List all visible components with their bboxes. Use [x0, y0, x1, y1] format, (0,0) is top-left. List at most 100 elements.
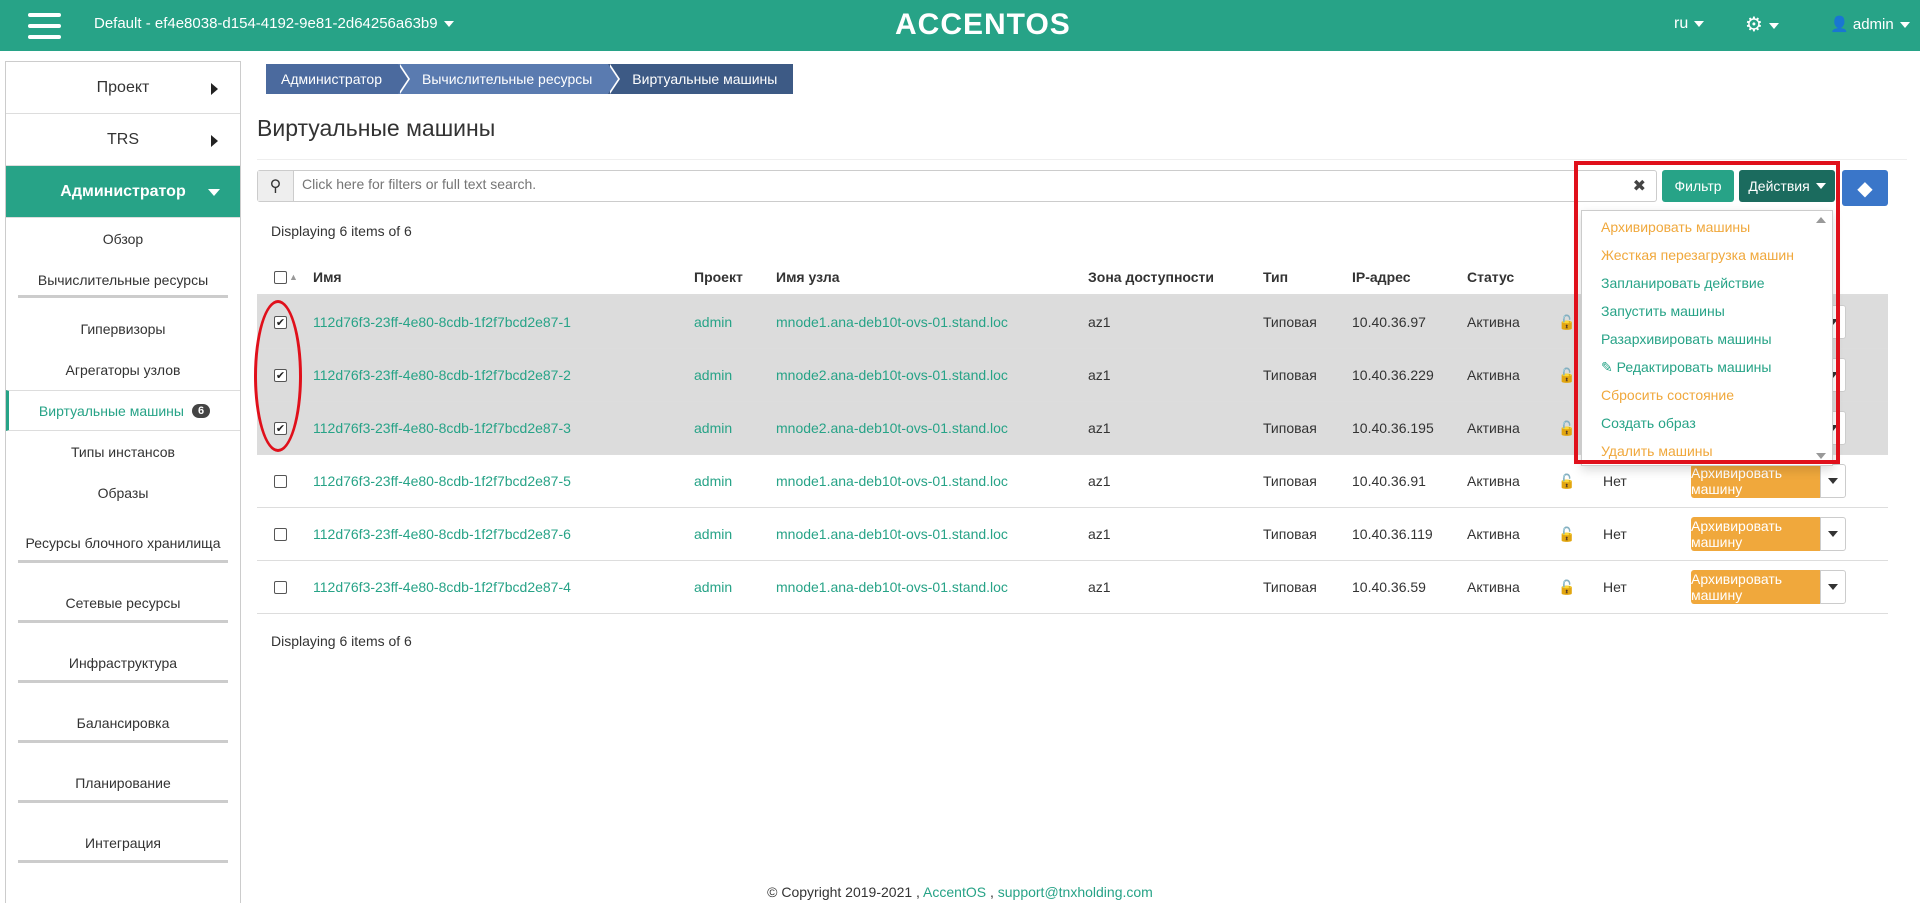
zone-value: az1: [1088, 420, 1111, 436]
breadcrumb-label: Администратор: [281, 71, 383, 87]
lock-icon[interactable]: 🔓: [1558, 420, 1575, 437]
language-selector[interactable]: ru: [1674, 15, 1705, 33]
sidebar-item-network[interactable]: Сетевые ресурсы: [6, 573, 240, 633]
zone-value: az1: [1088, 367, 1111, 383]
lock-icon[interactable]: 🔓: [1558, 367, 1575, 384]
host-link[interactable]: mnode1.ana-deb10t-ovs-01.stand.loc: [776, 579, 1008, 595]
sidebar-item-flavors[interactable]: Типы инстансов: [6, 431, 240, 472]
instance-name-link[interactable]: 112d76f3-23ff-4e80-8cdb-1f2f7bcd2e87-5: [313, 473, 571, 489]
locked-value: Нет: [1603, 579, 1627, 595]
column-header-ip[interactable]: IP-адрес: [1352, 269, 1411, 285]
lock-icon[interactable]: 🔓: [1558, 579, 1575, 596]
lock-icon[interactable]: 🔓: [1558, 314, 1575, 331]
locked-value: Нет: [1603, 526, 1627, 542]
zone-value: az1: [1088, 526, 1111, 542]
row-checkbox[interactable]: [274, 474, 287, 488]
items-count-bottom: Displaying 6 items of 6: [271, 633, 412, 649]
lock-icon[interactable]: 🔓: [1558, 473, 1575, 490]
sidebar-item-project[interactable]: Проект: [6, 62, 240, 114]
project-selector[interactable]: Default - ef4e8038-d154-4192-9e81-2d6425…: [94, 15, 454, 32]
info-button[interactable]: ◆: [1842, 170, 1888, 206]
instance-name-link[interactable]: 112d76f3-23ff-4e80-8cdb-1f2f7bcd2e87-2: [313, 367, 571, 383]
column-header-status[interactable]: Статус: [1467, 269, 1514, 285]
sidebar-item-balancing[interactable]: Балансировка: [6, 693, 240, 753]
lock-icon[interactable]: 🔓: [1558, 526, 1575, 543]
items-count-top: Displaying 6 items of 6: [271, 223, 412, 239]
sidebar-item-compute[interactable]: Вычислительные ресурсы: [6, 259, 240, 300]
breadcrumb-item-admin[interactable]: Администратор: [266, 64, 411, 94]
sidebar-item-admin[interactable]: Администратор: [6, 166, 240, 218]
instance-name-link[interactable]: 112d76f3-23ff-4e80-8cdb-1f2f7bcd2e87-4: [313, 579, 571, 595]
menu-icon[interactable]: [28, 13, 61, 39]
sidebar-item-instances[interactable]: Виртуальные машины 6: [6, 390, 240, 431]
table-row: 112d76f3-23ff-4e80-8cdb-1f2f7bcd2e87-6 ad…: [257, 508, 1888, 561]
footer-email-link[interactable]: support@tnxholding.com: [998, 884, 1153, 900]
page-title: Виртуальные машины: [257, 115, 496, 141]
top-bar: Default - ef4e8038-d154-4192-9e81-2d6425…: [0, 0, 1920, 51]
breadcrumb: Администратор Вычислительные ресурсы Вир…: [266, 64, 794, 94]
sidebar-item-overview[interactable]: Обзор: [6, 218, 240, 259]
ip-value: 10.40.36.91: [1352, 473, 1426, 489]
sidebar-item-label: Виртуальные машины: [38, 402, 184, 419]
column-header-zone[interactable]: Зона доступности: [1088, 269, 1214, 285]
ip-value: 10.40.36.229: [1352, 367, 1434, 383]
user-menu[interactable]: 👤 admin: [1830, 15, 1910, 33]
instance-name-link[interactable]: 112d76f3-23ff-4e80-8cdb-1f2f7bcd2e87-6: [313, 526, 571, 542]
host-link[interactable]: mnode1.ana-deb10t-ovs-01.stand.loc: [776, 314, 1008, 330]
chevron-down-icon: [1768, 22, 1779, 29]
select-all-checkbox[interactable]: [274, 270, 287, 284]
ip-value: 10.40.36.119: [1352, 526, 1433, 542]
user-label: admin: [1852, 16, 1894, 33]
zone-value: az1: [1088, 314, 1111, 330]
column-header-host[interactable]: Имя узла: [776, 269, 840, 285]
row-actions-dropdown-toggle[interactable]: [1820, 464, 1846, 498]
search-input[interactable]: [302, 176, 1582, 192]
sort-asc-icon[interactable]: ▲: [289, 272, 298, 282]
sidebar-item-integration[interactable]: Интеграция: [6, 813, 240, 873]
project-link[interactable]: admin: [694, 473, 732, 489]
highlight-ellipse: [254, 300, 302, 452]
chevron-down-icon: [1899, 22, 1910, 29]
sidebar-item-planning[interactable]: Планирование: [6, 753, 240, 813]
project-link[interactable]: admin: [694, 367, 732, 383]
breadcrumb-label: Виртуальные машины: [632, 71, 778, 87]
project-link[interactable]: admin: [694, 579, 732, 595]
host-link[interactable]: mnode2.ana-deb10t-ovs-01.stand.loc: [776, 367, 1008, 383]
breadcrumb-item-compute[interactable]: Вычислительные ресурсы: [398, 64, 621, 94]
host-link[interactable]: mnode1.ana-deb10t-ovs-01.stand.loc: [776, 473, 1008, 489]
row-actions-dropdown-toggle[interactable]: [1820, 517, 1846, 551]
status-value: Активна: [1467, 473, 1520, 489]
archive-instance-button[interactable]: Архивировать машину: [1691, 517, 1820, 551]
row-checkbox[interactable]: [274, 527, 287, 541]
settings-menu[interactable]: ⚙: [1745, 12, 1779, 37]
search-icon[interactable]: ⚲: [258, 171, 294, 201]
archive-instance-button[interactable]: Архивировать машину: [1691, 570, 1820, 604]
instance-name-link[interactable]: 112d76f3-23ff-4e80-8cdb-1f2f7bcd2e87-3: [313, 420, 571, 436]
table-row: 112d76f3-23ff-4e80-8cdb-1f2f7bcd2e87-4 ad…: [257, 561, 1888, 614]
footer: © Copyright 2019-2021 , AccentOS , suppo…: [0, 884, 1920, 900]
instance-name-link[interactable]: 112d76f3-23ff-4e80-8cdb-1f2f7bcd2e87-1: [313, 314, 571, 330]
sidebar-item-trs[interactable]: TRS: [6, 114, 240, 166]
row-checkbox[interactable]: [274, 580, 287, 594]
sidebar-item-volumes[interactable]: Ресурсы блочного хранилища: [6, 513, 240, 573]
project-link[interactable]: admin: [694, 314, 732, 330]
archive-instance-button[interactable]: Архивировать машину: [1691, 464, 1820, 498]
sidebar-item-aggregates[interactable]: Агрегаторы узлов: [6, 349, 240, 390]
zone-value: az1: [1088, 579, 1111, 595]
column-header-project[interactable]: Проект: [694, 269, 743, 285]
sidebar-item-hypervisors[interactable]: Гипервизоры: [6, 308, 240, 349]
chevron-right-icon: [211, 83, 218, 95]
row-actions-dropdown-toggle[interactable]: [1820, 570, 1846, 604]
status-value: Активна: [1467, 420, 1520, 436]
sidebar-item-images[interactable]: Образы: [6, 472, 240, 513]
footer-brand-link[interactable]: AccentOS: [923, 884, 986, 900]
locked-value: Нет: [1603, 473, 1627, 489]
project-link[interactable]: admin: [694, 526, 732, 542]
column-header-type[interactable]: Тип: [1263, 269, 1288, 285]
column-header-name[interactable]: Имя: [313, 269, 342, 285]
host-link[interactable]: mnode2.ana-deb10t-ovs-01.stand.loc: [776, 420, 1008, 436]
host-link[interactable]: mnode1.ana-deb10t-ovs-01.stand.loc: [776, 526, 1008, 542]
type-value: Типовая: [1263, 367, 1317, 383]
project-link[interactable]: admin: [694, 420, 732, 436]
sidebar-item-infrastructure[interactable]: Инфраструктура: [6, 633, 240, 693]
